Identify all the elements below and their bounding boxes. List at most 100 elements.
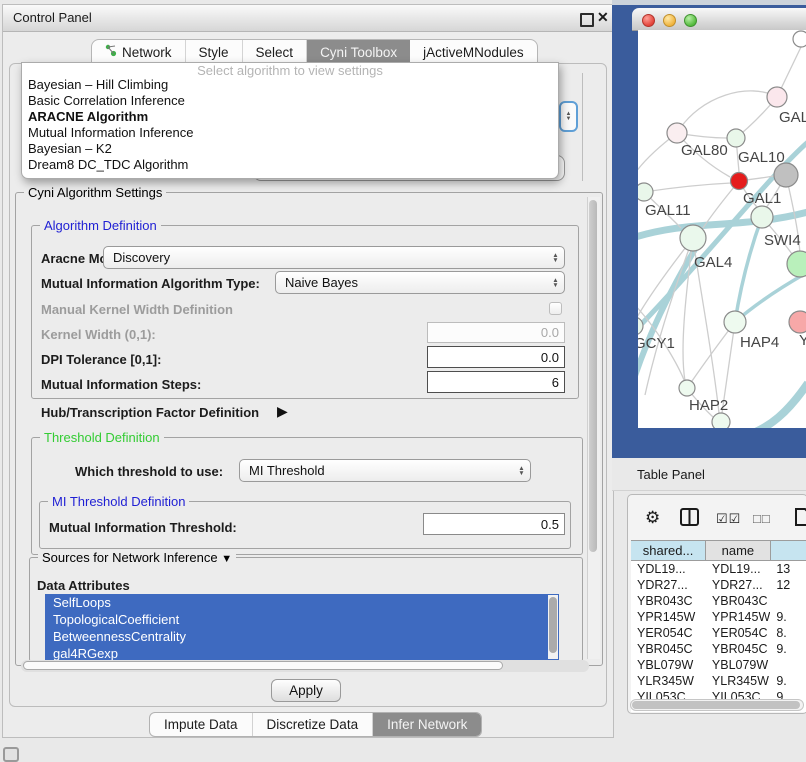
dpi-tolerance-label: DPI Tolerance [0,1]: — [41, 352, 161, 367]
dropdown-item-mutual-information[interactable]: Mutual Information Inference — [22, 125, 558, 141]
table-panel-title: Table Panel — [637, 467, 705, 482]
dpi-tolerance-input[interactable] — [427, 346, 565, 368]
column-header-name[interactable]: name — [706, 541, 771, 560]
close-icon[interactable]: ✕ — [597, 9, 609, 26]
bottom-tabbar: Impute Data Discretize Data Infer Networ… — [149, 712, 482, 737]
node-gal1-selected[interactable] — [731, 173, 748, 190]
settings-hscroll-thumb[interactable] — [23, 661, 503, 670]
node-hap2[interactable] — [679, 380, 695, 396]
columns-icon[interactable] — [680, 508, 699, 531]
mi-type-combo[interactable]: Naive Bayes ▲▼ — [275, 271, 565, 294]
table-row[interactable]: YBR043C YBR043C — [631, 593, 806, 609]
node-gray[interactable] — [774, 163, 798, 187]
column-header-partial[interactable] — [771, 541, 806, 560]
mi-steps-input[interactable] — [427, 371, 565, 393]
node-hap4[interactable] — [724, 311, 746, 333]
aracne-mode-value: Discovery — [113, 250, 170, 265]
manual-kernel-label: Manual Kernel Width Definition — [41, 302, 233, 317]
node-green-right[interactable] — [787, 251, 806, 277]
algorithm-combo-fragment[interactable]: ▲▼ — [559, 101, 578, 132]
node-swi4[interactable] — [751, 206, 773, 228]
node-gal11[interactable] — [638, 183, 653, 201]
algorithm-dropdown-popup: Select algorithm to view settings Bayesi… — [21, 62, 559, 179]
deselect-all-checkboxes-icon[interactable]: □□ — [753, 511, 771, 526]
node-label: GAL — [779, 109, 806, 126]
node-gal80[interactable] — [667, 123, 687, 143]
table-row[interactable]: YDL19... YDL19... 13 — [631, 561, 806, 577]
mi-type-value: Naive Bayes — [285, 275, 358, 290]
float-window-icon[interactable] — [580, 13, 594, 27]
minimize-traffic-light[interactable] — [663, 14, 676, 27]
node-gal10[interactable] — [727, 129, 745, 147]
list-item-selfloops[interactable]: SelfLoops — [45, 594, 559, 611]
node-unlabeled[interactable] — [793, 31, 806, 47]
table-row[interactable]: YBL079W YBL079W — [631, 657, 806, 673]
zoom-traffic-light[interactable] — [684, 14, 697, 27]
list-scrollbar-track[interactable] — [548, 595, 558, 659]
list-item-gal4rgexp[interactable]: gal4RGexp — [45, 645, 559, 660]
collapse-arrow-icon[interactable]: ▼ — [221, 553, 232, 565]
which-threshold-combo[interactable]: MI Threshold ▲▼ — [239, 459, 531, 482]
list-scrollbar-thumb[interactable] — [549, 597, 557, 653]
dropdown-item-basic-correlation[interactable]: Basic Correlation Inference — [22, 93, 558, 109]
network-edge[interactable] — [677, 91, 777, 133]
node-label: GAL10 — [738, 149, 785, 166]
aracne-mode-combo[interactable]: Discovery ▲▼ — [103, 246, 565, 269]
tab-discretize-data[interactable]: Discretize Data — [253, 713, 374, 736]
node-bottom-partial[interactable] — [712, 413, 730, 428]
mi-steps-label: Mutual Information Steps: — [41, 377, 201, 392]
table-row[interactable]: YER054C YER054C 8. — [631, 625, 806, 641]
apply-button[interactable]: Apply — [271, 679, 341, 702]
tab-cyni-toolbox[interactable]: Cyni Toolbox — [307, 40, 410, 64]
mi-threshold-input[interactable] — [423, 513, 565, 535]
dropdown-item-bayesian-hill-climbing[interactable]: Bayesian – Hill Climbing — [22, 77, 558, 93]
select-all-checkboxes-icon[interactable]: ☑☑ — [716, 511, 741, 527]
node-label: GAL4 — [694, 254, 732, 271]
stepper-icon: ▲▼ — [547, 278, 564, 288]
dropdown-item-aracne[interactable]: ARACNE Algorithm — [22, 109, 558, 125]
minimized-panel-icon[interactable] — [3, 747, 19, 762]
kernel-width-input[interactable] — [427, 322, 565, 343]
table-row[interactable]: YPR145W YPR145W 9. — [631, 609, 806, 625]
mi-threshold-group-title: MI Threshold Definition — [48, 494, 189, 509]
node-label: Y — [799, 332, 806, 349]
document-icon[interactable] — [795, 508, 806, 531]
dropdown-item-dream8[interactable]: Dream8 DC_TDC Algorithm — [22, 157, 558, 173]
node-gal-partial[interactable] — [767, 87, 787, 107]
close-traffic-light[interactable] — [642, 14, 655, 27]
tab-select[interactable]: Select — [243, 40, 308, 64]
tab-infer-network[interactable]: Infer Network — [373, 713, 481, 736]
hidden-groupbox-edge — [582, 73, 583, 181]
which-threshold-label: Which threshold to use: — [75, 464, 223, 479]
gear-icon[interactable]: ⚙ — [645, 508, 660, 528]
tab-jactivemnodules[interactable]: jActiveMNodules — [410, 40, 537, 64]
table-hscroll-thumb[interactable] — [632, 701, 800, 709]
table-row[interactable]: YLR345W YLR345W 9. — [631, 673, 806, 689]
list-item-topologicalcoefficient[interactable]: TopologicalCoefficient — [45, 611, 559, 628]
network-edge[interactable] — [745, 383, 806, 428]
list-item-betweennesscentrality[interactable]: BetweennessCentrality — [45, 628, 559, 645]
network-window-titlebar[interactable] — [632, 8, 806, 31]
dropdown-item-bayesian-k2[interactable]: Bayesian – K2 — [22, 141, 558, 157]
table-row[interactable]: YDR27... YDR27... 12 — [631, 577, 806, 593]
node-gal4[interactable] — [680, 225, 706, 251]
settings-scrollbar-thumb[interactable] — [589, 200, 597, 552]
network-canvas[interactable]: GAL GAL80 GAL10 GAL1 GAL11 SWI4 GAL4 GCY… — [638, 30, 806, 428]
tab-style[interactable]: Style — [186, 40, 243, 64]
network-edge[interactable] — [735, 217, 762, 322]
node-salmon-right[interactable] — [789, 311, 806, 333]
which-threshold-value: MI Threshold — [249, 463, 325, 478]
node-label: GAL80 — [681, 142, 728, 159]
tab-network-label: Network — [122, 45, 172, 60]
manual-kernel-checkbox[interactable] — [549, 302, 562, 315]
network-edge[interactable] — [644, 183, 731, 192]
tab-impute-data[interactable]: Impute Data — [150, 713, 253, 736]
hub-definition-label[interactable]: Hub/Transcription Factor Definition — [41, 405, 259, 420]
table-row[interactable]: YBR045C YBR045C 9. — [631, 641, 806, 657]
expand-arrow-icon[interactable]: ▶ — [277, 403, 288, 420]
tab-network[interactable]: Network — [92, 40, 186, 64]
table-panel-header: Table Panel — [612, 458, 806, 491]
threshold-definition-title: Threshold Definition — [40, 430, 164, 445]
column-header-shared[interactable]: shared... — [631, 541, 706, 560]
node-label: GAL1 — [743, 190, 781, 207]
